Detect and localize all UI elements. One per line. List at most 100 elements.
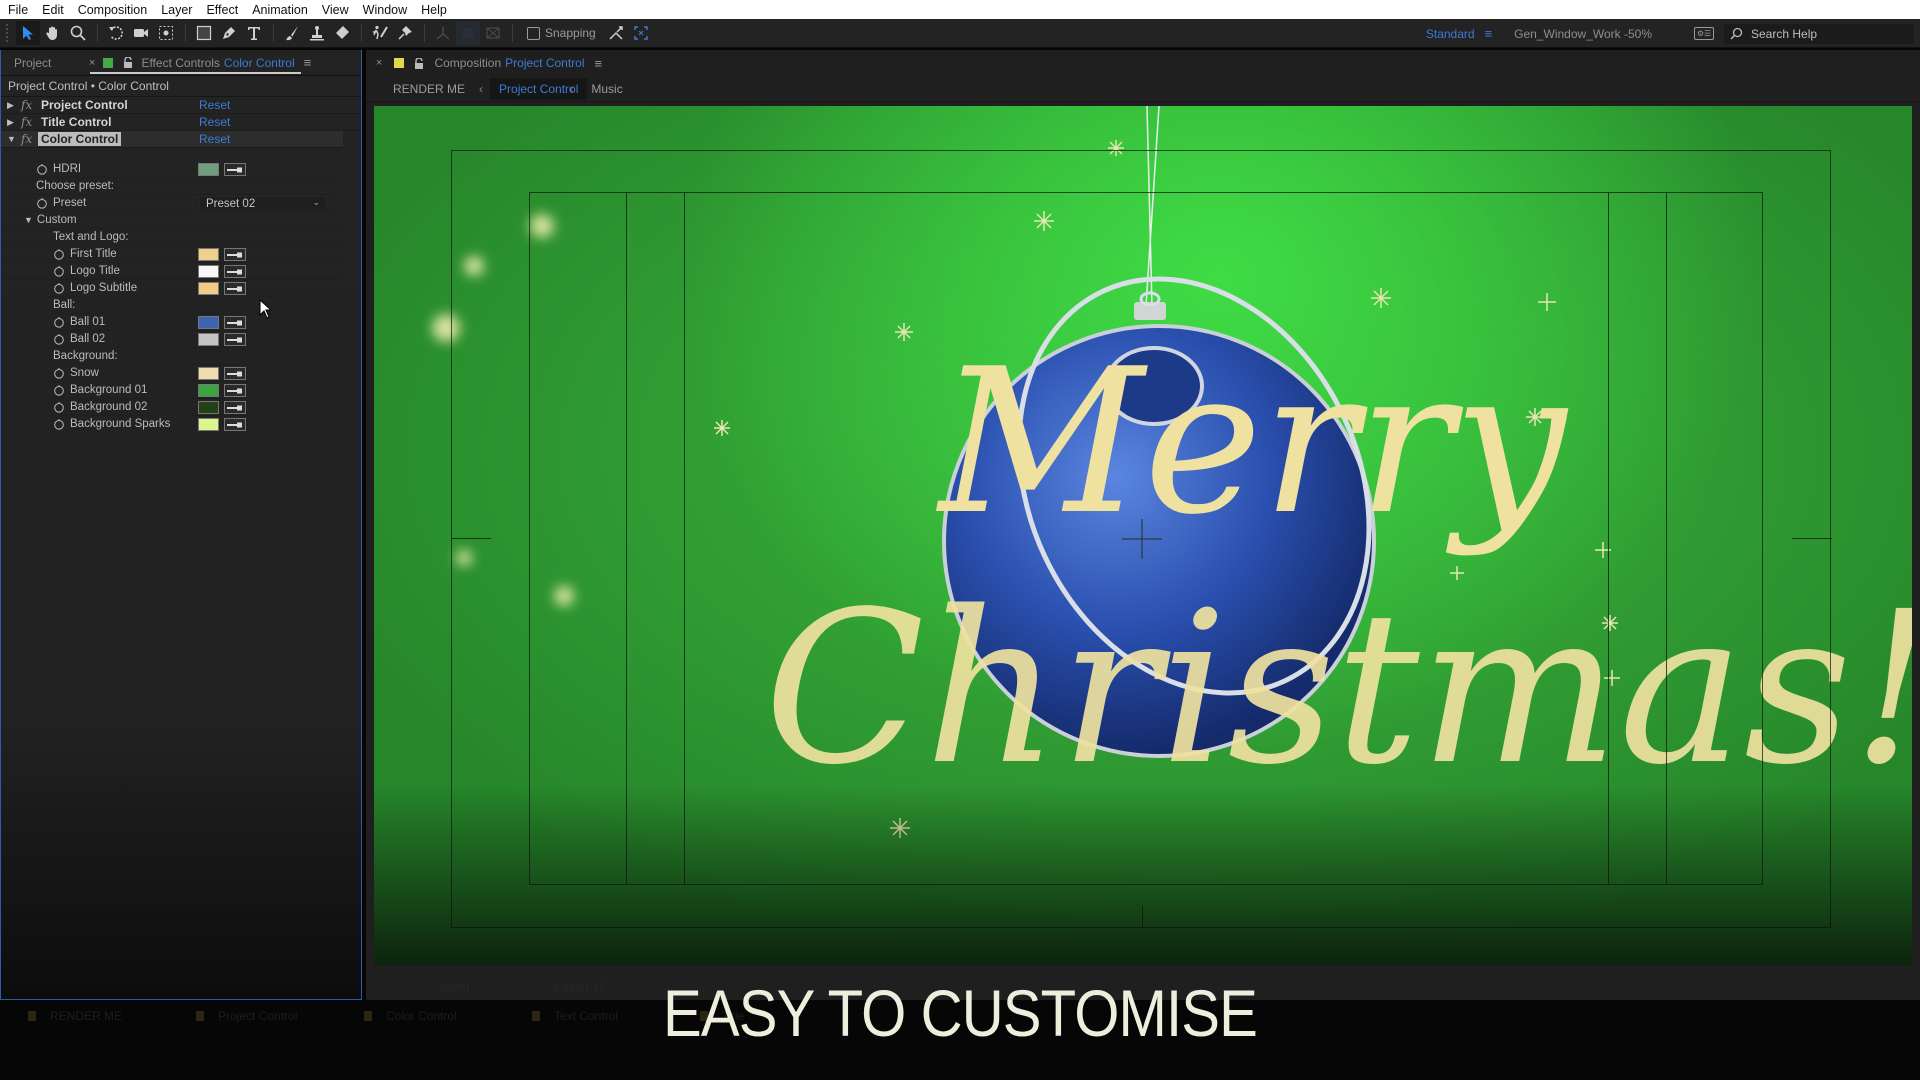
snapping-checkbox[interactable] — [527, 26, 540, 40]
stopwatch-icon[interactable] — [53, 367, 65, 379]
camera-tool[interactable] — [129, 21, 153, 45]
puppet-pin-tool[interactable] — [393, 21, 417, 45]
axis-mode-view[interactable] — [481, 21, 505, 45]
stopwatch-icon[interactable] — [53, 333, 65, 345]
workspace-gen-window[interactable]: Gen_Window_Work -50% — [1514, 27, 1652, 41]
stopwatch-icon[interactable] — [53, 265, 65, 277]
color-swatch[interactable] — [198, 282, 219, 295]
menu-layer[interactable]: Layer — [161, 3, 192, 17]
menu-window[interactable]: Window — [363, 3, 407, 17]
flow-item-music[interactable]: Music — [591, 82, 622, 96]
tab-composition-target[interactable]: Project Control — [505, 56, 584, 70]
search-help-input[interactable]: Search Help — [1724, 23, 1914, 44]
stopwatch-icon[interactable] — [53, 384, 65, 396]
brush-tool[interactable] — [280, 21, 304, 45]
eyedropper-button[interactable] — [224, 384, 246, 397]
collapse-triangle-icon[interactable]: ▼ — [24, 215, 33, 225]
menu-composition[interactable]: Composition — [78, 3, 147, 17]
eyedropper-button[interactable] — [224, 367, 246, 380]
fx-icon[interactable]: fx — [21, 115, 35, 129]
color-swatch[interactable] — [198, 316, 219, 329]
menu-edit[interactable]: Edit — [42, 3, 64, 17]
eyedropper-button[interactable] — [224, 316, 246, 329]
snap-edges-toggle[interactable] — [604, 21, 628, 45]
rectangle-tool[interactable] — [192, 21, 216, 45]
axis-mode-local[interactable] — [431, 21, 455, 45]
eraser-tool[interactable] — [330, 21, 354, 45]
workspace-standard[interactable]: Standard — [1426, 27, 1475, 41]
stopwatch-icon[interactable] — [53, 401, 65, 413]
close-tab-button[interactable]: × — [376, 57, 382, 69]
reset-button[interactable]: Reset — [199, 115, 230, 129]
expand-triangle-icon[interactable]: ▶ — [7, 117, 17, 128]
eyedropper-button[interactable] — [224, 163, 246, 176]
workspace-menu-icon[interactable]: ≡ — [1485, 26, 1493, 41]
type-tool[interactable] — [242, 21, 266, 45]
rotation-tool[interactable] — [104, 21, 128, 45]
expand-triangle-icon[interactable]: ▶ — [7, 100, 17, 111]
roto-brush-tool[interactable] — [368, 21, 392, 45]
close-tab-button[interactable]: × — [89, 57, 95, 69]
color-swatch[interactable] — [198, 367, 219, 380]
action-safe-inner — [529, 192, 1763, 885]
composition-panel: × Composition Project Control ≡ RENDER M… — [366, 50, 1920, 1000]
selection-tool[interactable] — [16, 21, 40, 45]
effect-row-title-control[interactable]: ▶ fx Title Control Reset — [1, 114, 361, 131]
lock-icon[interactable] — [123, 57, 133, 68]
menu-animation[interactable]: Animation — [252, 3, 308, 17]
axis-mode-world[interactable] — [456, 21, 480, 45]
stopwatch-icon[interactable] — [53, 248, 65, 260]
arrow-cursor-icon — [23, 26, 33, 40]
color-swatch[interactable] — [198, 265, 219, 278]
stopwatch-icon[interactable] — [53, 316, 65, 328]
lock-icon[interactable] — [414, 57, 424, 69]
color-swatch[interactable] — [198, 384, 219, 397]
workspace-layout-icon[interactable]: ⚙☰ — [1694, 27, 1714, 40]
eyedropper-button[interactable] — [224, 248, 246, 261]
snap-features-toggle[interactable] — [629, 21, 653, 45]
clone-stamp-tool[interactable] — [305, 21, 329, 45]
hand-tool[interactable] — [41, 21, 65, 45]
toolbar-grip[interactable] — [6, 24, 12, 42]
panel-menu-icon[interactable]: ≡ — [304, 55, 312, 70]
snap-frame-icon — [633, 26, 648, 40]
stopwatch-icon[interactable] — [36, 163, 48, 175]
reset-button[interactable]: Reset — [199, 132, 230, 146]
composition-viewer[interactable]: Merry Christmas! — [374, 106, 1912, 965]
color-swatch[interactable] — [198, 163, 219, 176]
color-swatch[interactable] — [198, 418, 219, 431]
menu-view[interactable]: View — [322, 3, 349, 17]
tab-project[interactable]: Project — [14, 56, 89, 70]
fx-icon[interactable]: fx — [21, 98, 35, 112]
effect-row-color-control[interactable]: ▼ fx Color Control Reset — [1, 131, 343, 148]
menu-file[interactable]: File — [8, 3, 28, 17]
eyedropper-button[interactable] — [224, 333, 246, 346]
stopwatch-icon[interactable] — [53, 418, 65, 430]
tab-composition[interactable]: Composition — [434, 56, 501, 70]
effect-row-project-control[interactable]: ▶ fx Project Control Reset — [1, 97, 361, 114]
pan-behind-tool[interactable] — [154, 21, 178, 45]
reset-button[interactable]: Reset — [199, 98, 230, 112]
stopwatch-icon[interactable] — [53, 282, 65, 294]
snapping-toggle[interactable]: Snapping — [527, 26, 596, 40]
eyedropper-button[interactable] — [224, 265, 246, 278]
eyedropper-button[interactable] — [224, 418, 246, 431]
panel-menu-icon[interactable]: ≡ — [595, 56, 603, 71]
color-swatch[interactable] — [198, 333, 219, 346]
collapse-triangle-icon[interactable]: ▼ — [7, 134, 17, 144]
tab-effect-controls[interactable]: Effect Controls — [141, 56, 219, 70]
zoom-tool[interactable] — [66, 21, 90, 45]
stopwatch-icon[interactable] — [36, 197, 48, 209]
flow-item-render-me[interactable]: RENDER ME — [393, 82, 465, 96]
fx-icon[interactable]: fx — [21, 132, 35, 146]
custom-group[interactable]: ▼ Custom — [1, 212, 343, 229]
color-swatch[interactable] — [198, 401, 219, 414]
eyedropper-button[interactable] — [224, 282, 246, 295]
pen-tool[interactable] — [217, 21, 241, 45]
eyedropper-button[interactable] — [224, 401, 246, 414]
preset-dropdown[interactable]: Preset 02 ⌄ — [199, 196, 327, 211]
menu-help[interactable]: Help — [421, 3, 447, 17]
menu-effect[interactable]: Effect — [206, 3, 238, 17]
tab-effect-controls-target[interactable]: Color Control — [224, 56, 295, 70]
color-swatch[interactable] — [198, 248, 219, 261]
